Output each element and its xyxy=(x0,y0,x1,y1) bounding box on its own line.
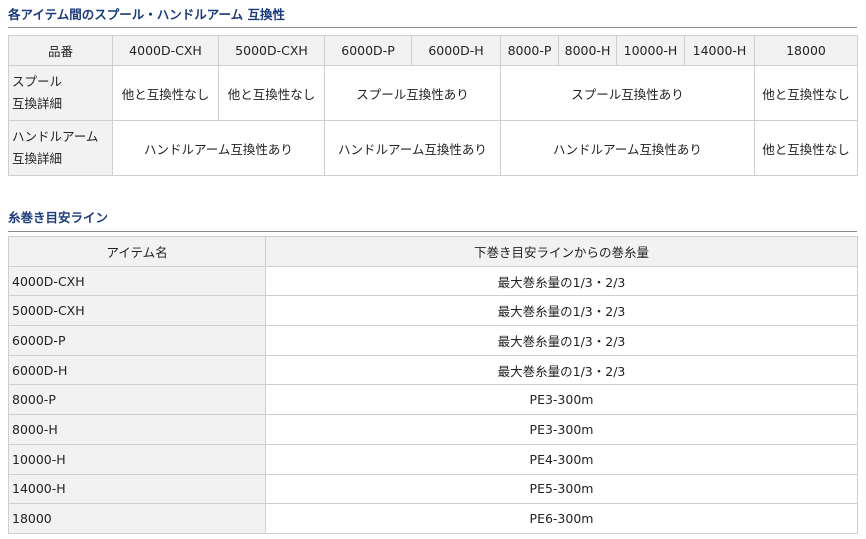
table-row: 10000-H PE4-300m xyxy=(8,443,858,475)
line-amount: 最大巻糸量の1/3・2/3 xyxy=(265,354,858,386)
table-row: 8000-P PE3-300m xyxy=(8,384,858,416)
handle-compat-cell: ハンドルアーム互換性あり xyxy=(500,120,755,176)
model-header: 5000D-CXH xyxy=(218,35,325,66)
item-name: 6000D-P xyxy=(8,325,266,356)
spool-compat-cell: 他と互換性なし xyxy=(218,65,325,121)
spool-compat-row: スプール 互換詳細 他と互換性なし 他と互換性なし スプール互換性あり スプール互… xyxy=(8,65,858,121)
handle-row-header: ハンドルアーム 互換詳細 xyxy=(8,120,113,176)
line-section-title: 糸巻き目安ライン xyxy=(8,210,109,225)
line-amount: PE3-300m xyxy=(265,384,858,416)
line-amount: PE6-300m xyxy=(265,503,858,534)
model-header: 4000D-CXH xyxy=(112,35,219,66)
model-header: 10000-H xyxy=(616,35,685,66)
compat-section-title: 各アイテム間のスプール・ハンドルアーム 互換性 xyxy=(8,7,285,22)
line-amount: PE3-300m xyxy=(265,414,858,445)
item-name: 6000D-H xyxy=(8,354,266,386)
spool-compat-cell: スプール互換性あり xyxy=(500,65,755,121)
table-row: 4000D-CXH 最大巻糸量の1/3・2/3 xyxy=(8,265,858,297)
line-title-rule xyxy=(8,231,857,232)
item-name: 8000-H xyxy=(8,414,266,445)
item-name: 18000 xyxy=(8,503,266,534)
compat-header-row: 品番 4000D-CXH 5000D-CXH 6000D-P 6000D-H 8… xyxy=(8,35,858,66)
line-amount: 最大巻糸量の1/3・2/3 xyxy=(265,265,858,297)
table-row: 6000D-H 最大巻糸量の1/3・2/3 xyxy=(8,354,858,386)
item-name: 4000D-CXH xyxy=(8,265,266,297)
table-row: 14000-H PE5-300m xyxy=(8,473,858,505)
item-name-header: アイテム名 xyxy=(8,236,266,267)
model-number-header: 品番 xyxy=(8,35,113,66)
handle-compat-cell: ハンドルアーム互換性あり xyxy=(324,120,501,176)
table-row: 5000D-CXH 最大巻糸量の1/3・2/3 xyxy=(8,295,858,327)
spool-row-header: スプール 互換詳細 xyxy=(8,65,113,121)
model-header: 14000-H xyxy=(684,35,755,66)
item-name: 5000D-CXH xyxy=(8,295,266,327)
compatibility-table: 品番 4000D-CXH 5000D-CXH 6000D-P 6000D-H 8… xyxy=(8,35,858,176)
model-header: 8000-P xyxy=(500,35,559,66)
model-header: 18000 xyxy=(754,35,858,66)
model-header: 8000-H xyxy=(558,35,617,66)
table-row: 18000 PE6-300m xyxy=(8,503,858,534)
line-amount: PE4-300m xyxy=(265,443,858,475)
line-capacity-table: アイテム名 下巻き目安ラインからの巻糸量 4000D-CXH 最大巻糸量の1/3・… xyxy=(8,236,858,534)
item-name: 14000-H xyxy=(8,473,266,505)
handle-compat-cell: 他と互換性なし xyxy=(754,120,858,176)
line-amount-header: 下巻き目安ラインからの巻糸量 xyxy=(265,236,858,267)
table-row: 8000-H PE3-300m xyxy=(8,414,858,445)
spool-compat-cell: スプール互換性あり xyxy=(324,65,501,121)
model-header: 6000D-P xyxy=(324,35,412,66)
model-header: 6000D-H xyxy=(411,35,501,66)
line-amount: PE5-300m xyxy=(265,473,858,505)
compat-title-rule xyxy=(8,27,857,28)
line-amount: 最大巻糸量の1/3・2/3 xyxy=(265,325,858,356)
line-header-row: アイテム名 下巻き目安ラインからの巻糸量 xyxy=(8,236,858,267)
table-row: 6000D-P 最大巻糸量の1/3・2/3 xyxy=(8,325,858,356)
line-amount: 最大巻糸量の1/3・2/3 xyxy=(265,295,858,327)
item-name: 8000-P xyxy=(8,384,266,416)
spool-compat-cell: 他と互換性なし xyxy=(112,65,219,121)
handle-compat-cell: ハンドルアーム互換性あり xyxy=(112,120,325,176)
item-name: 10000-H xyxy=(8,443,266,475)
handle-compat-row: ハンドルアーム 互換詳細 ハンドルアーム互換性あり ハンドルアーム互換性あり ハン… xyxy=(8,120,858,176)
spool-compat-cell: 他と互換性なし xyxy=(754,65,858,121)
